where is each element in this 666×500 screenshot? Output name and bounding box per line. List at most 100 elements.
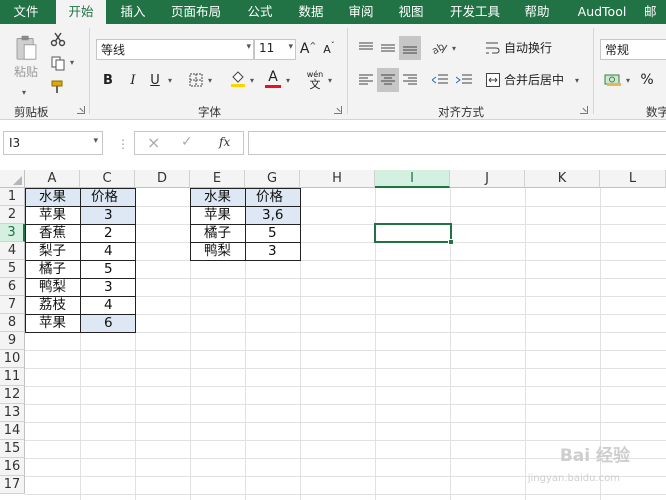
formula-input[interactable] <box>248 131 666 155</box>
cancel-icon[interactable]: × <box>147 133 160 152</box>
alignment-launcher-icon[interactable] <box>580 106 588 114</box>
paste-button[interactable]: 粘贴 <box>8 34 44 80</box>
font-launcher-icon[interactable] <box>334 106 342 114</box>
row-header-4[interactable]: 4 <box>0 242 25 260</box>
cell-c7[interactable]: 4 <box>104 297 113 314</box>
column-header-a[interactable]: A <box>25 170 80 188</box>
clipboard-launcher-icon[interactable] <box>77 106 85 114</box>
cell-a6[interactable]: 鸭梨 <box>39 279 66 296</box>
cut-button[interactable] <box>48 30 68 48</box>
tab-view[interactable]: 视图 <box>390 0 432 24</box>
column-header-d[interactable]: D <box>135 170 190 188</box>
wrap-text-button[interactable]: 自动换行 <box>486 39 552 56</box>
row-header-7[interactable]: 7 <box>0 296 25 314</box>
orientation-button[interactable]: ab <box>430 38 450 58</box>
underline-button[interactable]: U <box>147 70 163 90</box>
italic-button[interactable]: I <box>125 70 141 90</box>
enter-icon[interactable]: ✓ <box>181 134 193 150</box>
fill-color-button[interactable] <box>228 68 248 90</box>
copy-dropdown-icon[interactable]: ▾ <box>70 58 74 67</box>
column-header-g[interactable]: G <box>245 170 300 188</box>
cell-e2[interactable]: 苹果 <box>204 207 231 224</box>
decrease-indent-button[interactable] <box>430 70 450 90</box>
row-header-11[interactable]: 11 <box>0 368 25 386</box>
cell-c6[interactable]: 3 <box>104 279 113 296</box>
tab-page-layout[interactable]: 页面布局 <box>164 0 228 24</box>
tab-data[interactable]: 数据 <box>290 0 332 24</box>
align-middle-button[interactable] <box>378 38 398 58</box>
font-color-button[interactable]: A <box>264 68 282 90</box>
increase-font-button[interactable]: A ^ <box>299 39 317 59</box>
tab-help[interactable]: 帮助 <box>516 0 558 24</box>
row-header-10[interactable]: 10 <box>0 350 25 368</box>
tab-audtool[interactable]: AudTool <box>568 0 636 24</box>
row-header-6[interactable]: 6 <box>0 278 25 296</box>
font-size-combo[interactable]: 11 ▾ <box>254 39 296 60</box>
cell-a5[interactable]: 橘子 <box>39 261 66 278</box>
align-top-button[interactable] <box>356 38 376 58</box>
cell-a4[interactable]: 梨子 <box>39 243 66 260</box>
tab-formulas[interactable]: 公式 <box>238 0 282 24</box>
row-header-15[interactable]: 15 <box>0 440 25 458</box>
select-all-button[interactable] <box>0 170 25 188</box>
active-cell-i3[interactable] <box>374 223 452 243</box>
cell-c4[interactable]: 4 <box>104 243 113 260</box>
orientation-dropdown-icon[interactable]: ▾ <box>452 44 456 53</box>
phonetic-guide-button[interactable]: wén 文 <box>304 68 326 92</box>
cell-g3[interactable]: 5 <box>268 225 277 242</box>
borders-dropdown-icon[interactable]: ▾ <box>208 76 212 85</box>
phonetic-dropdown-icon[interactable]: ▾ <box>328 76 332 85</box>
row-header-16[interactable]: 16 <box>0 458 25 476</box>
row-header-2[interactable]: 2 <box>0 206 25 224</box>
column-header-e[interactable]: E <box>190 170 245 188</box>
underline-dropdown-icon[interactable]: ▾ <box>168 76 172 85</box>
align-center-button[interactable] <box>377 68 399 92</box>
row-header-17[interactable]: 17 <box>0 476 25 494</box>
tab-home[interactable]: 开始 <box>56 0 106 24</box>
align-right-button[interactable] <box>400 70 420 90</box>
accounting-dropdown-icon[interactable]: ▾ <box>626 76 630 85</box>
cell-c1[interactable]: 价格 <box>91 189 118 206</box>
splitter-dots-icon[interactable]: ⋮ <box>117 137 129 151</box>
increase-indent-button[interactable] <box>454 70 474 90</box>
merge-center-button[interactable]: 合并后居中 <box>486 71 564 88</box>
align-bottom-button[interactable] <box>399 36 421 60</box>
percent-button[interactable]: % <box>638 70 656 90</box>
copy-button[interactable] <box>48 54 68 72</box>
fill-handle[interactable] <box>448 239 454 245</box>
column-header-j[interactable]: J <box>450 170 525 188</box>
insert-function-icon[interactable]: fx <box>219 135 230 149</box>
cell-a3[interactable]: 香蕉 <box>39 225 66 242</box>
cell-e3[interactable]: 橘子 <box>204 225 231 242</box>
tab-insert[interactable]: 插入 <box>110 0 156 24</box>
merge-dropdown-icon[interactable]: ▾ <box>575 76 579 85</box>
cell-e4[interactable]: 鸭梨 <box>204 243 231 260</box>
row-header-5[interactable]: 5 <box>0 260 25 278</box>
format-painter-button[interactable] <box>48 78 68 96</box>
fill-color-dropdown-icon[interactable]: ▾ <box>250 76 254 85</box>
accounting-format-button[interactable] <box>602 70 624 90</box>
cell-c5[interactable]: 5 <box>104 261 113 278</box>
number-format-combo[interactable]: 常规 <box>600 39 666 60</box>
align-left-button[interactable] <box>356 70 376 90</box>
bold-button[interactable]: B <box>100 70 116 90</box>
tab-mail[interactable]: 邮 <box>644 0 666 24</box>
cell-c2[interactable]: 3 <box>104 207 113 224</box>
decrease-font-button[interactable]: Aˇ <box>320 39 338 59</box>
cell-a8[interactable]: 苹果 <box>39 315 66 332</box>
cell-a1[interactable]: 水果 <box>39 189 66 206</box>
tab-developer[interactable]: 开发工具 <box>442 0 508 24</box>
row-header-9[interactable]: 9 <box>0 332 25 350</box>
borders-button[interactable] <box>186 70 206 90</box>
cell-g4[interactable]: 3 <box>268 243 277 260</box>
cell-c3[interactable]: 2 <box>104 225 113 242</box>
name-box[interactable]: I3 ▾ <box>3 131 103 155</box>
row-header-12[interactable]: 12 <box>0 386 25 404</box>
row-header-14[interactable]: 14 <box>0 422 25 440</box>
tab-file[interactable]: 文件 <box>0 0 52 24</box>
row-header-8[interactable]: 8 <box>0 314 25 332</box>
cell-a2[interactable]: 苹果 <box>39 207 66 224</box>
paste-dropdown-icon[interactable]: ▾ <box>22 88 26 97</box>
column-header-h[interactable]: H <box>300 170 375 188</box>
cell-g1[interactable]: 价格 <box>256 189 283 206</box>
